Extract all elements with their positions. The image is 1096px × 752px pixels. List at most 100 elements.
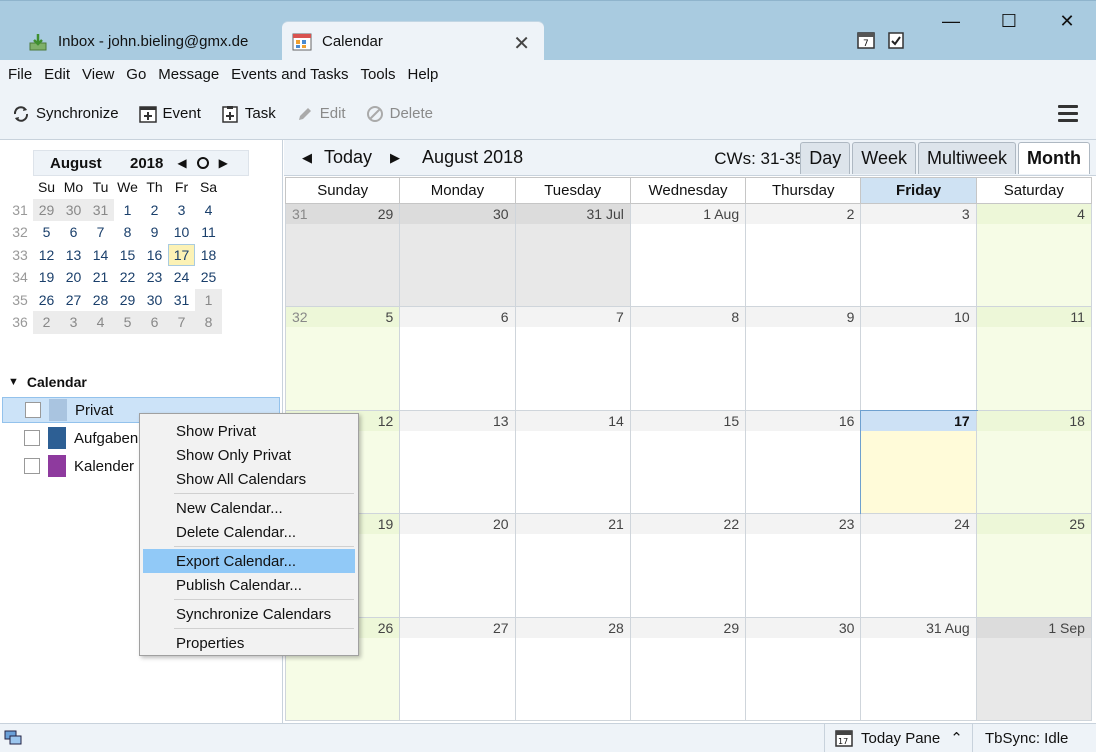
- menu-message[interactable]: Message: [158, 66, 219, 83]
- menu-item-properties[interactable]: Properties: [140, 631, 358, 655]
- mini-calendar-day[interactable]: 4: [87, 311, 114, 334]
- view-tab-month[interactable]: Month: [1018, 142, 1090, 174]
- online-status-icon[interactable]: [4, 730, 22, 746]
- next-period-icon[interactable]: ▶: [390, 150, 400, 166]
- mini-calendar-day[interactable]: 12: [33, 244, 60, 267]
- mini-calendar-day[interactable]: 29: [114, 289, 141, 312]
- mini-calendar-day[interactable]: 19: [33, 266, 60, 289]
- month-day-cell[interactable]: 8: [630, 307, 747, 411]
- synchronize-button[interactable]: Synchronize: [12, 105, 119, 123]
- mini-calendar-day[interactable]: 8: [114, 221, 141, 244]
- tab-inbox[interactable]: Inbox - john.bieling@gmx.de: [14, 22, 276, 61]
- month-day-cell[interactable]: 29: [630, 617, 747, 721]
- menu-view[interactable]: View: [82, 66, 114, 83]
- mini-calendar-day[interactable]: 15: [114, 244, 141, 267]
- chevron-down-icon[interactable]: ▼: [8, 376, 19, 388]
- month-day-cell[interactable]: 2: [746, 204, 862, 308]
- calendar-mode-icon[interactable]: 7: [856, 30, 876, 50]
- month-day-cell[interactable]: 22: [630, 514, 747, 618]
- view-tab-week[interactable]: Week: [852, 142, 916, 174]
- month-day-cell[interactable]: 14: [515, 410, 631, 515]
- month-day-cell[interactable]: 21: [515, 514, 631, 618]
- menu-file[interactable]: File: [8, 66, 32, 83]
- month-day-cell[interactable]: 1 Aug: [630, 204, 747, 308]
- menu-tools[interactable]: Tools: [360, 66, 395, 83]
- mini-calendar-day[interactable]: 9: [141, 221, 168, 244]
- month-day-cell[interactable]: 6: [400, 307, 516, 411]
- mini-calendar-day[interactable]: 7: [87, 221, 114, 244]
- menu-item-delete-calendar[interactable]: Delete Calendar...: [140, 520, 358, 544]
- month-day-cell[interactable]: 13: [400, 410, 516, 515]
- mini-calendar-day[interactable]: 2: [33, 311, 60, 334]
- mini-calendar-day[interactable]: 2: [141, 199, 168, 222]
- month-day-cell[interactable]: 24: [861, 514, 977, 618]
- close-tab-icon[interactable]: ✕: [513, 31, 530, 56]
- mini-calendar-day[interactable]: 7: [168, 311, 195, 334]
- mini-calendar-day[interactable]: 13: [60, 244, 87, 267]
- mini-calendar-day[interactable]: 25: [195, 266, 222, 289]
- menu-help[interactable]: Help: [408, 66, 439, 83]
- mini-calendar-day[interactable]: 26: [33, 289, 60, 312]
- month-day-cell[interactable]: 18: [976, 410, 1092, 515]
- task-mode-icon[interactable]: [886, 30, 906, 50]
- mini-calendar-day[interactable]: 24: [168, 266, 195, 289]
- month-day-cell[interactable]: 20: [400, 514, 516, 618]
- app-menu-icon[interactable]: [1058, 105, 1078, 122]
- mini-calendar-day[interactable]: 3: [168, 199, 195, 222]
- mini-calendar-day[interactable]: 30: [141, 289, 168, 312]
- month-day-cell[interactable]: 32 5: [285, 307, 401, 411]
- new-event-button[interactable]: Event: [138, 105, 201, 123]
- mini-calendar-day[interactable]: 5: [33, 221, 60, 244]
- menu-item-new-calendar[interactable]: New Calendar...: [140, 496, 358, 520]
- month-day-cell[interactable]: 31 Aug: [861, 617, 977, 721]
- mini-calendar-day[interactable]: 16: [141, 244, 168, 267]
- close-button[interactable]: ✕: [1038, 1, 1096, 41]
- mini-calendar-day[interactable]: 3: [60, 311, 87, 334]
- calendar-list-heading[interactable]: ▼ Calendar: [8, 374, 87, 390]
- month-day-cell[interactable]: 16: [746, 410, 862, 515]
- month-day-cell[interactable]: 28: [515, 617, 631, 721]
- mini-calendar-day[interactable]: 8: [195, 311, 222, 334]
- month-day-cell[interactable]: 31 Jul: [515, 204, 631, 308]
- menu-item-show-all-calendars[interactable]: Show All Calendars: [140, 467, 358, 491]
- mini-calendar-day[interactable]: 1: [195, 288, 222, 311]
- new-task-button[interactable]: Task: [221, 105, 276, 123]
- month-day-cell[interactable]: 27: [400, 617, 516, 721]
- view-tab-day[interactable]: Day: [800, 142, 851, 174]
- today-button[interactable]: Today: [324, 147, 372, 168]
- mini-calendar-day[interactable]: 21: [87, 266, 114, 289]
- menu-item-show-privat[interactable]: Show Privat: [140, 419, 358, 443]
- menu-go[interactable]: Go: [126, 66, 146, 83]
- month-day-cell[interactable]: 7: [515, 307, 631, 411]
- month-day-cell[interactable]: 30: [746, 617, 862, 721]
- month-day-cell[interactable]: 31 29: [285, 204, 401, 308]
- mini-calendar-day[interactable]: 23: [141, 266, 168, 289]
- mini-calendar-day[interactable]: 4: [195, 199, 222, 222]
- mini-calendar-day[interactable]: 17: [168, 243, 195, 266]
- month-day-cell[interactable]: 17: [860, 409, 978, 516]
- mini-calendar-day[interactable]: 30: [60, 198, 87, 221]
- menu-edit[interactable]: Edit: [44, 66, 70, 83]
- mini-calendar-day[interactable]: 5: [114, 311, 141, 334]
- month-day-cell[interactable]: 4: [976, 204, 1092, 308]
- mini-calendar-day[interactable]: 6: [141, 311, 168, 334]
- previous-month-icon[interactable]: ◀: [177, 156, 186, 170]
- menu-events-and-tasks[interactable]: Events and Tasks: [231, 66, 348, 83]
- calendar-checkbox[interactable]: [24, 458, 40, 474]
- mini-calendar-day[interactable]: 22: [114, 266, 141, 289]
- mini-calendar-day[interactable]: 11: [195, 221, 222, 244]
- month-day-cell[interactable]: 9: [746, 307, 862, 411]
- tbsync-status[interactable]: TbSync: Idle: [972, 724, 1068, 752]
- month-day-cell[interactable]: 10: [861, 307, 977, 411]
- mini-calendar-day[interactable]: 29: [33, 198, 60, 221]
- month-day-cell[interactable]: 1 Sep: [976, 617, 1092, 721]
- mini-calendar-day[interactable]: 28: [87, 289, 114, 312]
- calendar-checkbox[interactable]: [24, 430, 40, 446]
- month-day-cell[interactable]: 11: [976, 307, 1092, 411]
- mini-calendar-month[interactable]: August: [50, 155, 112, 172]
- mini-calendar-day[interactable]: 10: [168, 221, 195, 244]
- month-day-cell[interactable]: 30: [400, 204, 516, 308]
- previous-period-icon[interactable]: ◀: [302, 150, 312, 166]
- delete-button[interactable]: Delete: [366, 105, 433, 123]
- calendar-checkbox[interactable]: [25, 402, 41, 418]
